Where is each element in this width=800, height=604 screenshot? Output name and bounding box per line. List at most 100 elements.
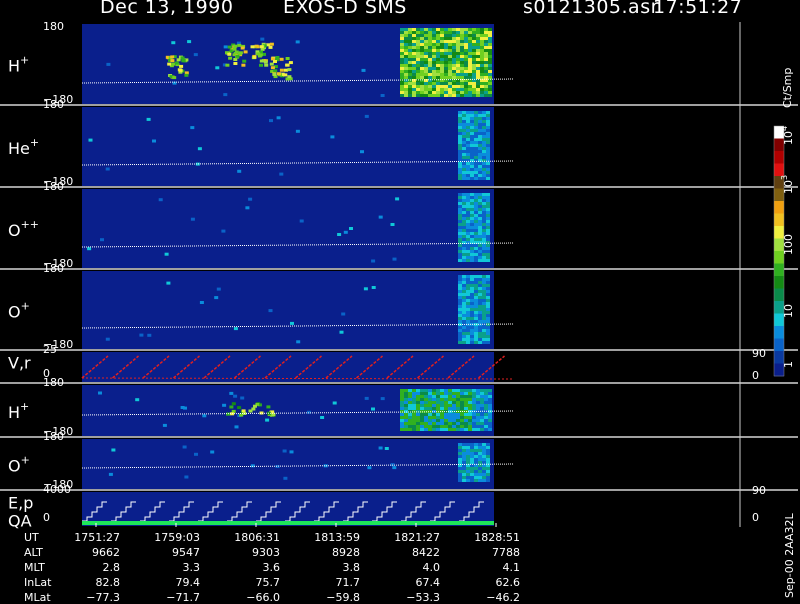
- heat-cell-0-291: [448, 73, 452, 76]
- heat-cell-0-8: [400, 52, 404, 55]
- heat-cell-5-277: [476, 422, 480, 425]
- heat-cell-5-169: [448, 392, 452, 395]
- heat-cell-0-313: [452, 70, 456, 73]
- eph-label-inlat: InLat: [24, 576, 52, 589]
- heat-cell-3-33: [462, 305, 466, 308]
- heat-cell-0-476: [480, 76, 484, 79]
- heat-cell-1-164: [486, 120, 490, 123]
- heat-cell-1-28: [462, 126, 466, 129]
- heat-cell-5-274: [476, 413, 480, 416]
- heat-cell-0-436: [472, 94, 476, 97]
- heat-cell-0-411: [468, 88, 472, 91]
- heat-cell-5-139: [436, 428, 440, 431]
- heat-cell-0-415: [472, 31, 476, 34]
- heat-cell-5-216: [460, 407, 464, 410]
- heat-cell-0-15: [400, 73, 404, 76]
- speckle-0-10: [171, 41, 176, 45]
- eph-value-inlat-0: 82.8: [95, 576, 121, 589]
- eph-value-mlt-0: 2.8: [102, 561, 121, 574]
- heat-cell-5-165: [444, 422, 448, 425]
- heat-cell-3-47: [466, 278, 470, 281]
- heat-cell-2-121: [478, 211, 482, 214]
- heat-cell-5-0: [400, 389, 404, 392]
- eph-value-alt-1: 9547: [172, 546, 200, 559]
- heat-cell-5-82: [420, 425, 424, 428]
- heat-cell-5-285: [480, 404, 484, 407]
- heat-cell-0-98: [416, 46, 420, 49]
- heat-cell-0-255: [444, 34, 448, 37]
- heat-cell-5-187: [452, 404, 456, 407]
- burst-0-17: [184, 73, 189, 77]
- heat-cell-3-74: [470, 290, 474, 293]
- heat-cell-0-41: [404, 82, 408, 85]
- heat-cell-1-35: [462, 147, 466, 150]
- speckle-3-2: [139, 333, 144, 337]
- heat-cell-5-58: [416, 395, 420, 398]
- heat-cell-3-49: [466, 284, 470, 287]
- heat-cell-0-135: [420, 88, 424, 91]
- heat-cell-0-25: [404, 34, 408, 37]
- heat-cell-2-167: [486, 211, 490, 214]
- heat-cell-2-10: [458, 223, 462, 226]
- heat-cell-3-171: [486, 305, 490, 308]
- heat-cell-0-237: [440, 49, 444, 52]
- heat-cell-5-159: [444, 404, 448, 407]
- heat-cell-2-90: [470, 256, 474, 259]
- heat-cell-5-257: [472, 404, 476, 407]
- heat-cell-2-36: [462, 232, 466, 235]
- heat-cell-0-483: [484, 28, 488, 31]
- heat-cell-5-180: [448, 425, 452, 428]
- heat-cell-5-47: [412, 404, 416, 407]
- heat-cell-1-118: [478, 120, 482, 123]
- heat-cell-0-190: [432, 46, 436, 49]
- heat-cell-1-81: [470, 147, 474, 150]
- heat-cell-5-303: [484, 416, 488, 419]
- heat-cell-2-151: [482, 232, 486, 235]
- heat-cell-0-344: [456, 94, 460, 97]
- heat-cell-3-54: [466, 299, 470, 302]
- heat-cell-0-289: [448, 67, 452, 70]
- panel-label-1: He+: [8, 136, 39, 158]
- heat-cell-5-124: [432, 425, 436, 428]
- heat-cell-2-65: [466, 250, 470, 253]
- burst-3-20: [273, 60, 277, 63]
- heat-cell-0-459: [476, 94, 480, 97]
- colorbar-seg-12: [774, 276, 784, 289]
- heat-cell-3-161: [486, 275, 490, 278]
- heat-cell-3-56: [466, 305, 470, 308]
- heat-cell-0-338: [456, 76, 460, 79]
- heat-cell-5-120: [432, 413, 436, 416]
- heat-cell-0-33: [404, 58, 408, 61]
- heat-cell-0-307: [452, 52, 456, 55]
- burst-3-23: [285, 63, 290, 67]
- heat-cell-5-148: [440, 413, 444, 416]
- heat-cell-5-240: [468, 395, 472, 398]
- heat-cell-0-485: [484, 34, 488, 37]
- heat-cell-6-47: [470, 467, 474, 470]
- heat-cell-5-232: [464, 413, 468, 416]
- heat-cell-0-373: [464, 43, 468, 46]
- heat-cell-0-71: [412, 34, 416, 37]
- heat-cell-5-116: [432, 401, 436, 404]
- heat-cell-5-135: [436, 416, 440, 419]
- heat-cell-5-265: [472, 428, 476, 431]
- heat-cell-5-138: [436, 425, 440, 428]
- speckle-6-7: [392, 466, 397, 470]
- heat-cell-0-252: [440, 94, 444, 97]
- heat-cell-1-150: [482, 147, 486, 150]
- speckle-5-13: [332, 401, 337, 405]
- heat-cell-0-311: [452, 64, 456, 67]
- heat-cell-3-103: [474, 308, 478, 311]
- speckle-5-7: [135, 398, 140, 402]
- heat-cell-2-92: [474, 193, 478, 196]
- heat-cell-5-199: [456, 398, 460, 401]
- heat-cell-0-231: [440, 31, 444, 34]
- burst-1-4: [225, 63, 230, 67]
- heat-cell-0-513: [488, 49, 492, 52]
- heat-cell-0-350: [460, 43, 464, 46]
- heat-cell-3-83: [470, 317, 474, 320]
- heat-cell-5-209: [456, 428, 460, 431]
- heat-cell-6-1: [458, 446, 462, 449]
- burst-0-18: [181, 59, 186, 62]
- speckle-3-5: [371, 286, 376, 289]
